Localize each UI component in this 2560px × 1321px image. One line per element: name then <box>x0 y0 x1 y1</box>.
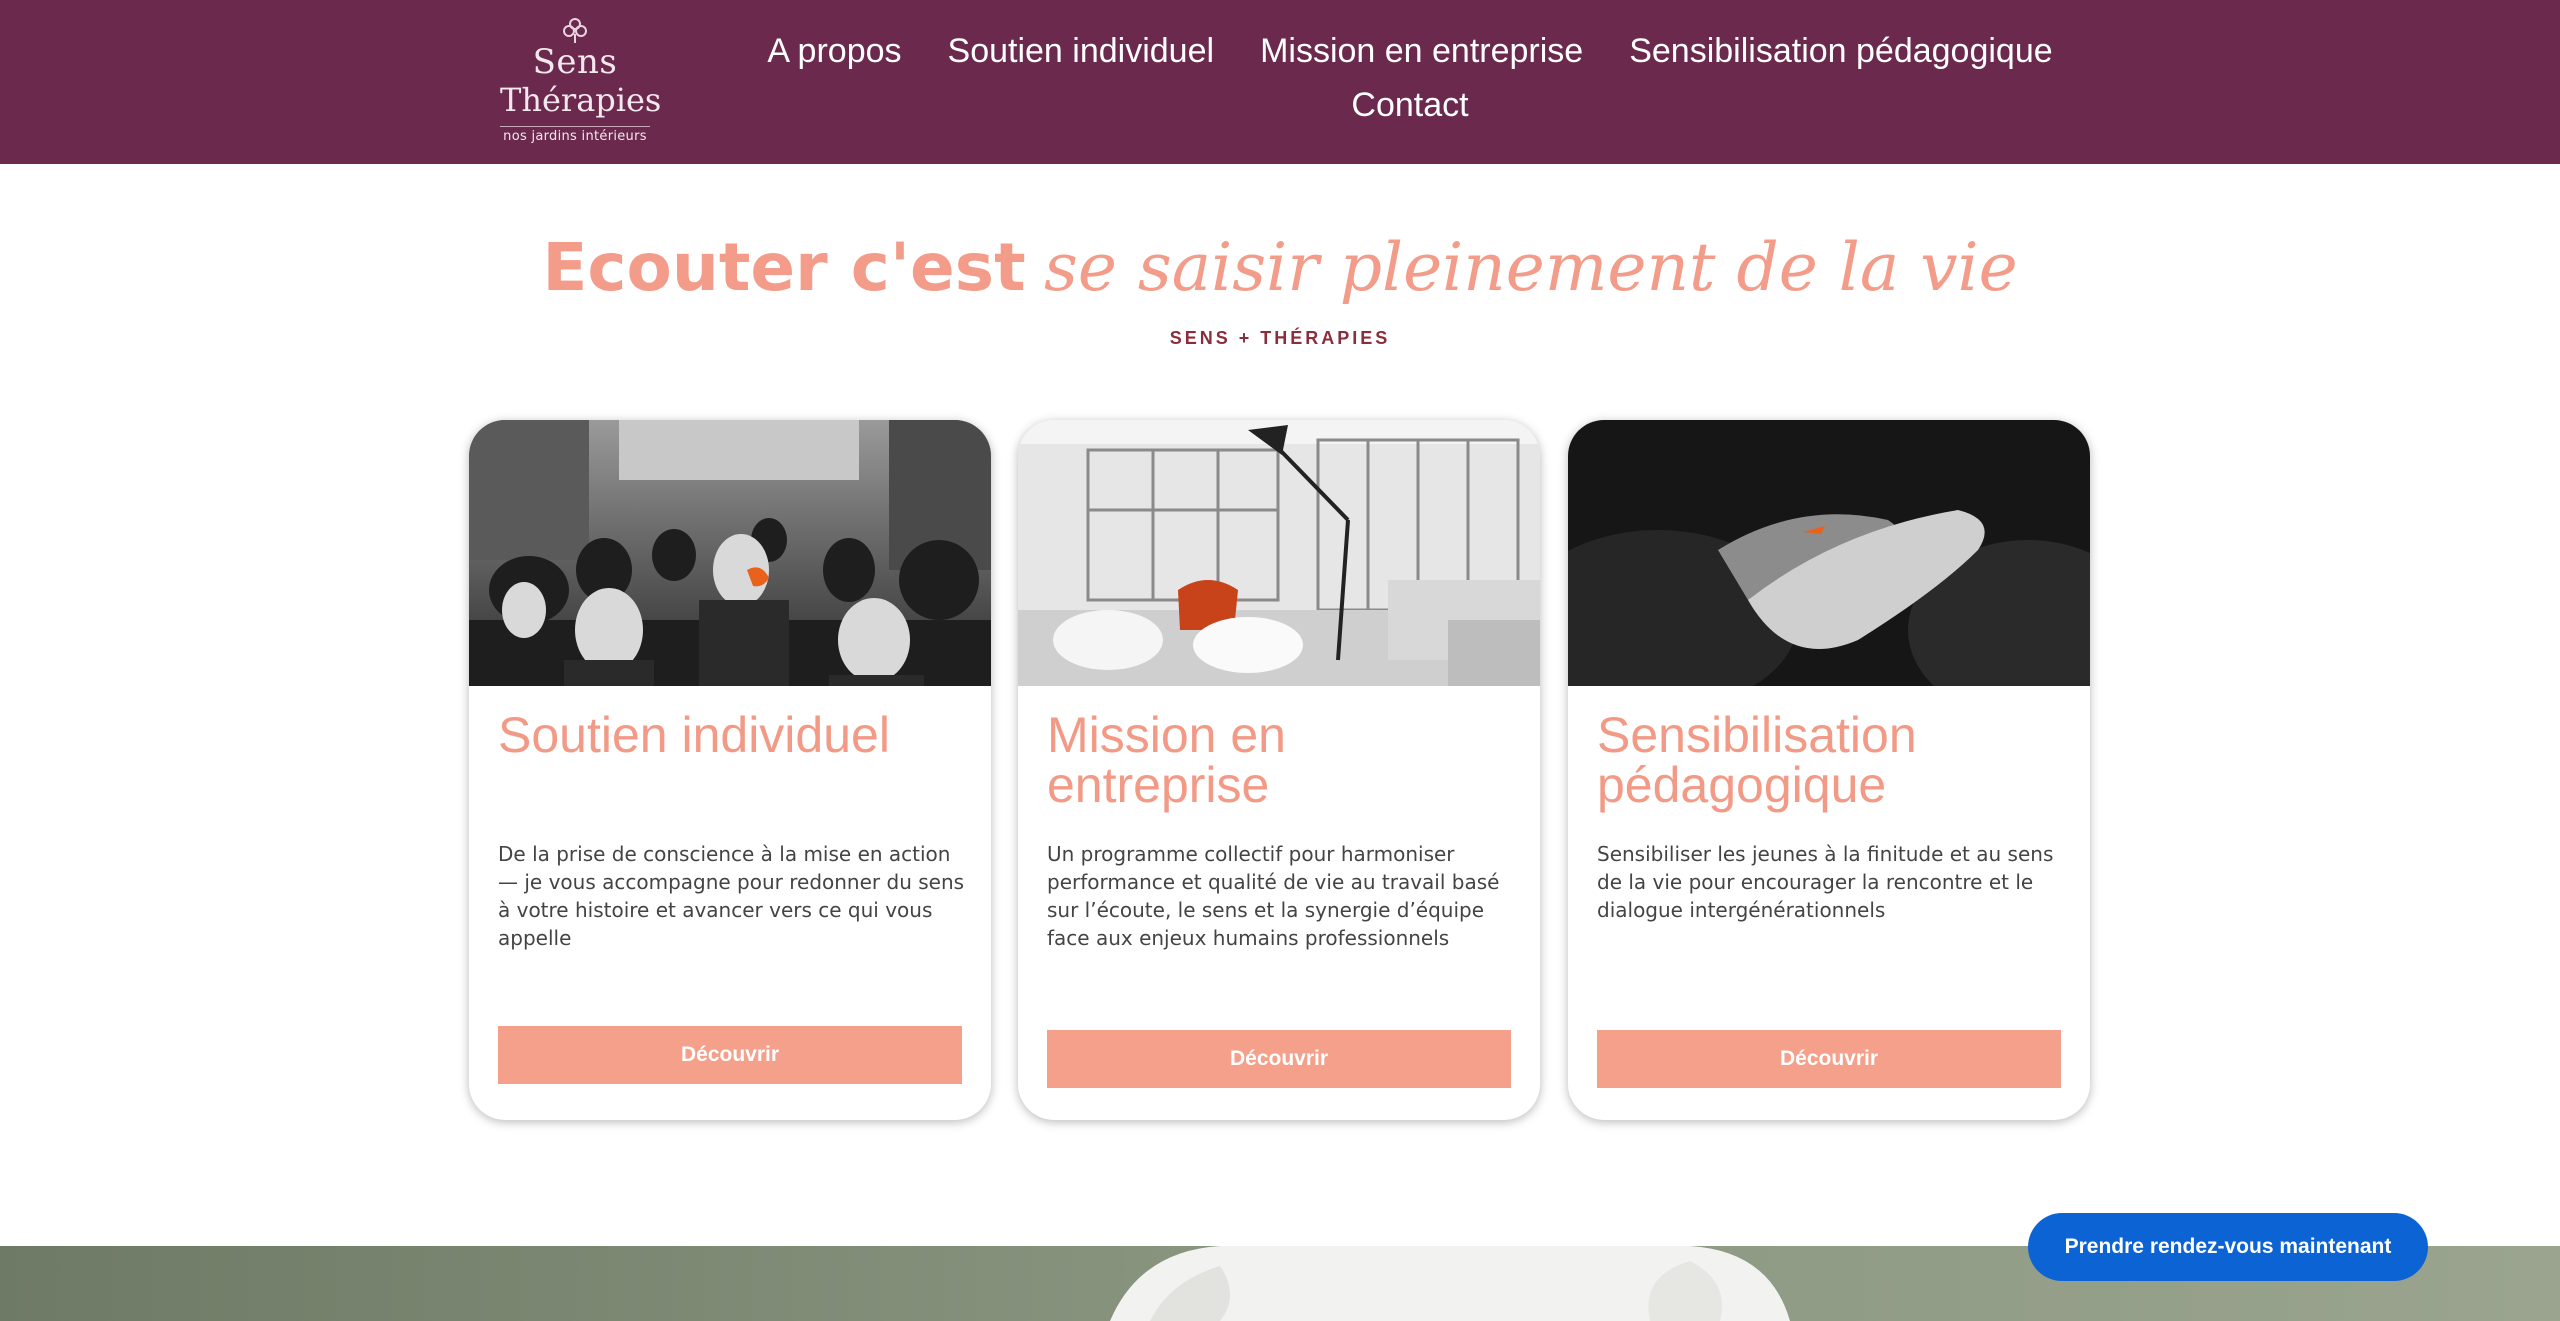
nav-link-contact[interactable]: Contact <box>1351 78 1468 132</box>
logo-text-therapies: Thérapies <box>500 81 662 119</box>
page-title: Ecouter c'est se saisir pleinement de la… <box>0 222 2560 313</box>
main-nav: A propos Soutien individuel Mission en e… <box>740 24 2080 132</box>
page-title-italic: se saisir pleinement de la vie <box>1043 229 2018 306</box>
card-sensibilisation-pedagogique: Sensibilisation pédagogique Sensibiliser… <box>1568 420 2090 1120</box>
holding-hands-photo <box>1568 420 2090 686</box>
logo-tagline: nos jardins intérieurs <box>500 126 650 145</box>
nav-link-soutien-individuel[interactable]: Soutien individuel <box>948 24 1215 78</box>
card-description: Sensibiliser les jeunes à la finitude et… <box>1597 842 2054 922</box>
nav-row-secondary: Contact <box>740 78 2080 132</box>
page-title-bold: Ecouter c'est <box>542 229 1026 306</box>
card-soutien-individuel: Soutien individuel De la prise de consci… <box>469 420 991 1120</box>
card-title: Sensibilisation pédagogique <box>1597 707 1917 813</box>
site-logo[interactable]: Sens Thérapies nos jardins intérieurs <box>500 14 662 150</box>
nav-link-mission-entreprise[interactable]: Mission en entreprise <box>1260 24 1583 78</box>
card-title: Mission en entreprise <box>1047 707 1286 813</box>
book-appointment-button[interactable]: Prendre rendez-vous maintenant <box>2028 1213 2428 1281</box>
decouvrir-button[interactable]: Découvrir <box>1047 1030 1511 1088</box>
page-subtitle: SENS + THÉRAPIES <box>1169 328 1391 348</box>
nav-row-primary: A propos Soutien individuel Mission en e… <box>740 24 2080 78</box>
office-lounge-photo <box>1018 420 1540 686</box>
clover-logo-icon <box>563 18 587 43</box>
nav-link-a-propos[interactable]: A propos <box>767 24 901 78</box>
crowd-street-photo <box>469 420 991 686</box>
card-mission-entreprise: Mission en entreprise Un programme colle… <box>1018 420 1540 1120</box>
card-title: Soutien individuel <box>498 707 890 763</box>
card-description: Un programme collectif pour harmoniser p… <box>1047 842 1500 950</box>
site-header: Sens Thérapies nos jardins intérieurs A … <box>0 0 2560 164</box>
logo-text-sens: Sens <box>532 42 618 82</box>
nav-link-sensibilisation[interactable]: Sensibilisation pédagogique <box>1629 24 2052 78</box>
card-description: De la prise de conscience à la mise en a… <box>498 842 965 950</box>
decouvrir-button[interactable]: Découvrir <box>1597 1030 2061 1088</box>
decouvrir-button[interactable]: Découvrir <box>498 1026 962 1084</box>
